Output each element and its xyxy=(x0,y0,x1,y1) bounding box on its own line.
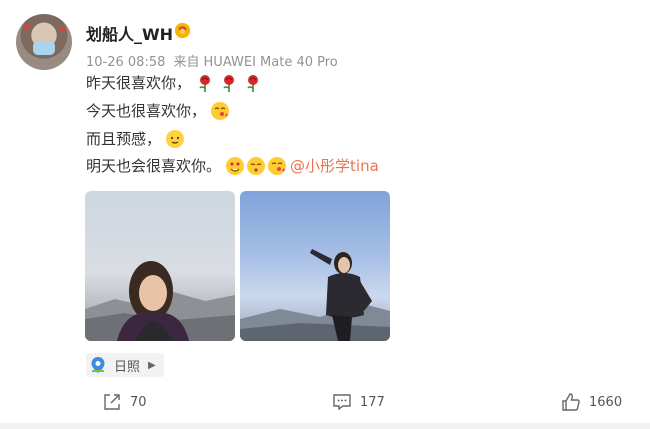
location-tag[interactable]: 日照 ▶ xyxy=(86,353,164,377)
post-line-3: 而且预感， xyxy=(86,129,185,149)
post-line-4: 明天也会很喜欢你。 @小彤学tina xyxy=(86,156,379,176)
post-line-1: 昨天很喜欢你， xyxy=(86,73,263,93)
kiss-emoji-icon xyxy=(247,157,266,175)
post-meta: 10-26 08:58 来自 HUAWEI Mate 40 Pro xyxy=(86,51,342,70)
share-count: 70 xyxy=(130,394,147,410)
post-photo-2[interactable] xyxy=(240,191,390,341)
feed-divider xyxy=(0,423,650,429)
location-label: 日照 xyxy=(114,359,141,375)
author-avatar[interactable] xyxy=(16,14,72,70)
rose-icon xyxy=(199,75,211,92)
comment-count: 177 xyxy=(360,394,385,410)
post-text: 明天也会很喜欢你。 xyxy=(86,157,222,175)
blush-emoji-icon xyxy=(166,130,185,148)
kiss-emoji-icon xyxy=(268,157,287,175)
post-photo-1[interactable] xyxy=(85,191,235,341)
comment-icon xyxy=(333,394,351,411)
photo-scene xyxy=(85,261,235,341)
vip-badge-icon[interactable] xyxy=(174,22,191,39)
share-icon xyxy=(104,394,120,410)
photo-scene xyxy=(240,249,390,341)
location-pin-icon xyxy=(91,357,105,373)
chevron-right-icon: ▶ xyxy=(148,359,156,371)
rose-icon xyxy=(223,75,235,92)
heart-eyes-emoji-icon xyxy=(226,157,245,175)
mention-link[interactable]: @小彤学tina xyxy=(290,156,379,176)
like-button[interactable]: 1660 xyxy=(561,388,622,416)
rose-icon xyxy=(247,75,259,92)
source-prefix: 来自 xyxy=(173,55,200,70)
post-text: 而且预感， xyxy=(86,130,162,148)
comment-button[interactable]: 177 xyxy=(332,388,385,416)
like-count: 1660 xyxy=(589,394,623,410)
post-text: 今天也很喜欢你， xyxy=(86,102,207,120)
avatar-detail xyxy=(60,27,65,32)
kiss-emoji-icon xyxy=(211,102,230,120)
post-time[interactable]: 10-26 08:58 xyxy=(86,55,165,70)
like-icon xyxy=(562,393,580,411)
source-device: HUAWEI Mate 40 Pro xyxy=(203,55,338,70)
post-line-2: 今天也很喜欢你， xyxy=(86,101,230,121)
share-button[interactable]: 70 xyxy=(102,388,147,416)
avatar-detail xyxy=(24,24,30,30)
action-bar: 70 177 1660 xyxy=(0,388,650,416)
avatar-mask xyxy=(33,41,55,55)
post-text: 昨天很喜欢你， xyxy=(86,74,192,92)
author-name[interactable]: 划船人_WH xyxy=(86,21,173,45)
